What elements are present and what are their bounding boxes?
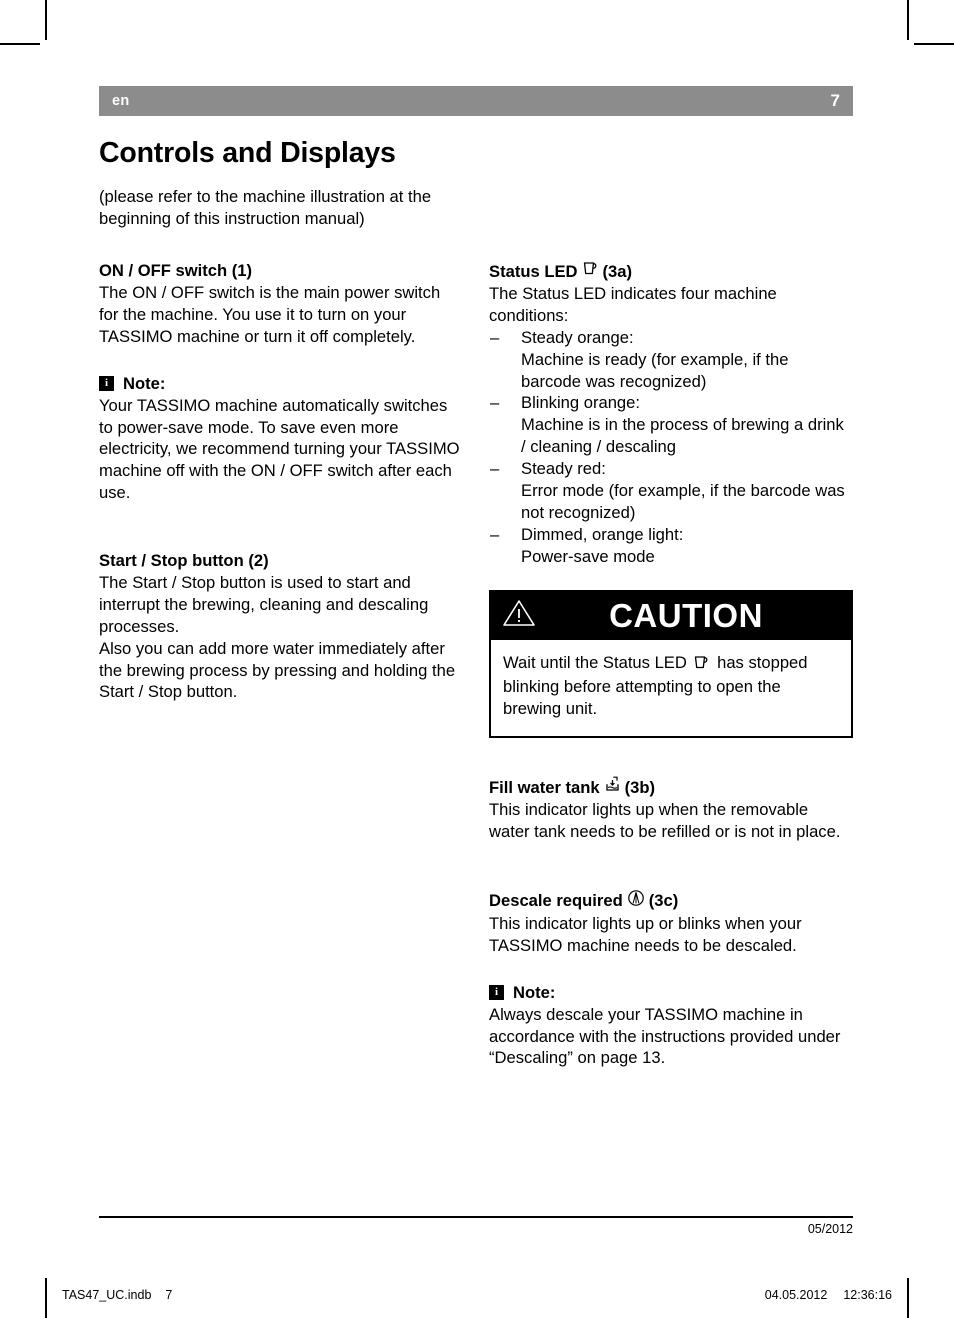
- caution-title: CAUTION: [609, 596, 763, 634]
- list-item: – Steady red: Error mode (for example, i…: [489, 458, 853, 524]
- section-body-descale-required: This indicator lights up or blinks when …: [489, 913, 802, 955]
- crop-mark-top-right-vertical: [907, 0, 909, 40]
- crop-mark-bottom-right-vertical: [907, 1278, 909, 1318]
- list-item: – Steady orange: Machine is ready (for e…: [489, 327, 853, 393]
- print-file-name: TAS47_UC.indb: [62, 1288, 152, 1302]
- list-item-term: Steady red:: [521, 459, 606, 479]
- page-content: en 7 Controls and Displays (please refer…: [99, 86, 853, 1069]
- caution-text-before: Wait until the Status LED: [503, 652, 687, 672]
- list-item-term: Blinking orange:: [521, 393, 641, 413]
- descale-icon: [627, 889, 645, 913]
- note-label: Note:: [123, 373, 166, 393]
- section-start-stop-button: Start / Stop button (2) The Start / Stop…: [99, 550, 463, 703]
- section-heading-fill-water-tank-ref: (3b): [624, 777, 656, 797]
- crop-mark-top-left-horizontal: [0, 43, 40, 45]
- language-page-bar: en 7: [99, 86, 853, 116]
- section-body-start-stop-1: The Start / Stop button is used to start…: [99, 573, 429, 636]
- note-label: Note:: [513, 982, 556, 1002]
- right-column: Status LED (3a) The Status LED indicates…: [489, 260, 853, 1069]
- print-time: 12:36:16: [843, 1288, 892, 1302]
- print-info-bar: TAS47_UC.indb 7 04.05.2012 12:36:16: [62, 1288, 892, 1302]
- section-heading-status-led-text: Status LED: [489, 261, 578, 281]
- list-item-term: Steady orange:: [521, 327, 634, 347]
- page-number: 7: [830, 91, 840, 110]
- list-item: – Dimmed, orange light: Power-save mode: [489, 524, 853, 568]
- list-item: – Blinking orange: Machine is in the pro…: [489, 392, 853, 458]
- section-status-led: Status LED (3a) The Status LED indicates…: [489, 260, 853, 567]
- section-heading-fill-water-tank: Fill water tank (3b): [489, 776, 853, 799]
- section-heading-status-led-ref: (3a): [602, 261, 633, 281]
- section-heading-descale-required-text: Descale required: [489, 890, 623, 910]
- section-heading-descale-required: Descale required (3c): [489, 889, 853, 913]
- section-body-start-stop-2: Also you can add more water immediately …: [99, 638, 456, 702]
- print-date: 04.05.2012: [764, 1288, 828, 1302]
- footer-revision-date: 05/2012: [807, 1222, 853, 1236]
- note-heading: i Note:: [99, 374, 463, 394]
- section-body-fill-water-tank: This indicator lights up when the remova…: [489, 800, 841, 842]
- coffee-cup-icon: [582, 260, 599, 283]
- list-dash: –: [490, 459, 500, 479]
- section-body-status-led: The Status LED indicates four machine co…: [489, 284, 777, 325]
- intro-paragraph: (please refer to the machine illustratio…: [99, 187, 432, 229]
- list-dash: –: [490, 327, 500, 347]
- print-file-info: TAS47_UC.indb 7: [62, 1288, 172, 1302]
- section-heading-descale-required-ref: (3c): [648, 890, 679, 910]
- list-item-desc: Machine is ready (for example, if the ba…: [521, 349, 789, 391]
- list-item-desc: Power-save mode: [521, 546, 655, 566]
- section-onoff-switch: ON / OFF switch (1) The ON / OFF switch …: [99, 260, 463, 348]
- note-heading: i Note:: [489, 983, 853, 1003]
- print-file-page: 7: [165, 1288, 173, 1302]
- crop-mark-top-left-vertical: [45, 0, 47, 40]
- section-heading-onoff: ON / OFF switch (1): [99, 261, 253, 281]
- language-label: en: [112, 93, 130, 109]
- section-fill-water-tank: Fill water tank (3b) This indicator ligh…: [489, 776, 853, 843]
- print-timestamp: 04.05.2012 12:36:16: [765, 1288, 892, 1302]
- section-heading-status-led: Status LED (3a): [489, 260, 853, 283]
- list-item-desc: Error mode (for example, if the barcode …: [521, 481, 845, 522]
- note-body: Your TASSIMO machine automatically switc…: [99, 395, 460, 503]
- page-title: Controls and Displays: [99, 137, 396, 169]
- section-body-onoff: The ON / OFF switch is the main power sw…: [99, 283, 441, 346]
- section-note-descaling: i Note: Always descale your TASSIMO mach…: [489, 983, 853, 1070]
- left-column: ON / OFF switch (1) The ON / OFF switch …: [99, 260, 463, 1069]
- two-column-body: ON / OFF switch (1) The ON / OFF switch …: [99, 260, 853, 1069]
- info-icon: i: [489, 985, 504, 1001]
- section-heading-start-stop: Start / Stop button (2): [99, 551, 269, 571]
- section-heading-fill-water-tank-text: Fill water tank: [489, 777, 600, 797]
- crop-mark-bottom-left-vertical: [45, 1278, 47, 1318]
- list-item-term: Dimmed, orange light:: [521, 524, 684, 544]
- info-icon: i: [99, 376, 114, 392]
- caution-body: Wait until the Status LED has stopped bl…: [491, 639, 851, 737]
- list-dash: –: [490, 524, 500, 544]
- coffee-cup-icon: [693, 654, 710, 677]
- section-descale-required: Descale required (3c) This indicator lig…: [489, 889, 853, 957]
- caution-box: CAUTION Wait until the Status LED has st…: [489, 589, 853, 739]
- list-item-desc: Machine is in the process of brewing a d…: [521, 415, 844, 457]
- section-note-power-save: i Note: Your TASSIMO machine automatical…: [99, 374, 463, 504]
- crop-mark-top-right-horizontal: [914, 43, 954, 45]
- footer-divider: [99, 1216, 853, 1218]
- water-tank-icon: [604, 776, 621, 799]
- list-dash: –: [490, 393, 500, 413]
- status-led-condition-list: – Steady orange: Machine is ready (for e…: [489, 327, 853, 568]
- caution-header: CAUTION: [491, 591, 851, 640]
- note-body: Always descale your TASSIMO machine in a…: [489, 1004, 841, 1068]
